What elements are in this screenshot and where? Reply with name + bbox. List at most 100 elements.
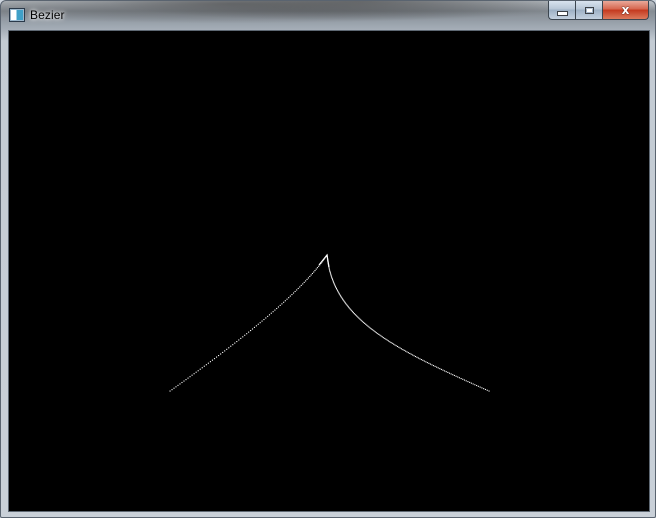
curve-point — [289, 295, 291, 297]
curve-point — [364, 322, 366, 324]
curve-point — [426, 362, 428, 364]
curve-point — [296, 289, 298, 291]
curve-point — [483, 388, 485, 390]
curve-point — [389, 341, 391, 343]
curve-point — [429, 363, 431, 365]
curve-point — [310, 274, 312, 276]
curve-point — [347, 306, 350, 308]
curve-point — [384, 337, 386, 340]
curve-point — [294, 290, 296, 293]
curve-point — [383, 337, 385, 339]
curve-point — [246, 333, 248, 335]
curve-point — [302, 283, 304, 285]
curve-point — [394, 344, 396, 346]
bezier-window: Bezier x — [0, 0, 656, 518]
curve-point — [371, 328, 373, 330]
curve-point — [244, 334, 246, 336]
curve-point — [440, 368, 442, 370]
curve-point — [362, 321, 364, 323]
curve-point — [333, 283, 335, 285]
curve-point — [434, 365, 436, 367]
curve-point — [377, 333, 379, 335]
curve-point — [248, 331, 250, 333]
curve-point — [432, 365, 435, 367]
curve-point — [350, 309, 352, 311]
curve-point — [272, 311, 274, 313]
curve-point — [268, 314, 271, 316]
curve-point — [414, 355, 417, 358]
curve-point — [171, 389, 173, 391]
curve-point — [409, 352, 411, 354]
curve-point — [181, 381, 183, 384]
title-bar[interactable]: Bezier x — [1, 1, 655, 29]
curve-point — [199, 368, 201, 370]
curve-point — [274, 309, 276, 311]
curve-point — [240, 337, 242, 339]
curve-point — [431, 364, 433, 366]
bezier-curve-svg — [169, 253, 490, 392]
curve-point — [257, 323, 259, 325]
curve-point — [425, 361, 427, 363]
curve-point — [437, 367, 439, 369]
curve-point — [341, 297, 343, 299]
curve-point — [318, 265, 320, 267]
caption-buttons: x — [548, 1, 649, 21]
curve-point — [306, 278, 308, 280]
curve-point — [444, 370, 446, 372]
curve-point — [420, 359, 422, 361]
app-window-icon[interactable] — [9, 8, 25, 22]
curve-point — [187, 377, 189, 379]
curve-point — [396, 345, 399, 348]
curve-point — [486, 389, 488, 391]
curve-point — [406, 351, 408, 353]
drawing-canvas[interactable] — [8, 30, 650, 512]
curve-point — [367, 325, 369, 327]
curve-point — [201, 367, 203, 369]
curve-point — [261, 320, 263, 322]
curve-point — [197, 370, 199, 372]
curve-point — [387, 340, 390, 342]
curve-point — [452, 374, 454, 376]
curve-point — [330, 273, 332, 275]
curve-point — [474, 384, 476, 386]
maximize-button[interactable] — [575, 1, 602, 20]
curve-point — [373, 330, 375, 332]
curve-point — [360, 319, 362, 321]
curve-point — [337, 290, 339, 292]
curve-point — [439, 368, 441, 370]
curve-point — [386, 339, 388, 341]
curve-point — [218, 354, 220, 357]
curve-point — [417, 357, 419, 359]
curve-point — [405, 350, 407, 352]
curve-point — [379, 334, 381, 336]
curve-point — [334, 285, 336, 287]
close-button[interactable]: x — [602, 1, 649, 20]
curve-point — [369, 327, 371, 329]
curve-point — [236, 341, 238, 343]
curve-point — [347, 305, 349, 307]
curve-point — [267, 315, 269, 317]
curve-point — [338, 292, 340, 294]
curve-point — [314, 270, 316, 272]
curve-point — [450, 373, 452, 375]
curve-point — [407, 352, 409, 354]
curve-point — [263, 318, 265, 321]
curve-point — [448, 372, 451, 374]
curve-point — [346, 304, 348, 306]
curve-point — [329, 269, 331, 271]
curve-point — [337, 291, 339, 293]
curve-point — [391, 342, 393, 344]
curve-point — [173, 387, 175, 389]
curve-point — [345, 303, 347, 305]
curve-point — [359, 318, 361, 320]
curve-point — [400, 348, 403, 350]
curve-point — [276, 307, 278, 310]
curve-point — [300, 284, 302, 286]
curve-point — [330, 274, 332, 276]
curve-point — [365, 323, 367, 325]
curve-point — [303, 281, 305, 283]
curve-point — [177, 384, 179, 386]
curve-point — [191, 374, 193, 376]
curve-point — [390, 341, 392, 344]
minimize-button[interactable] — [548, 1, 575, 20]
